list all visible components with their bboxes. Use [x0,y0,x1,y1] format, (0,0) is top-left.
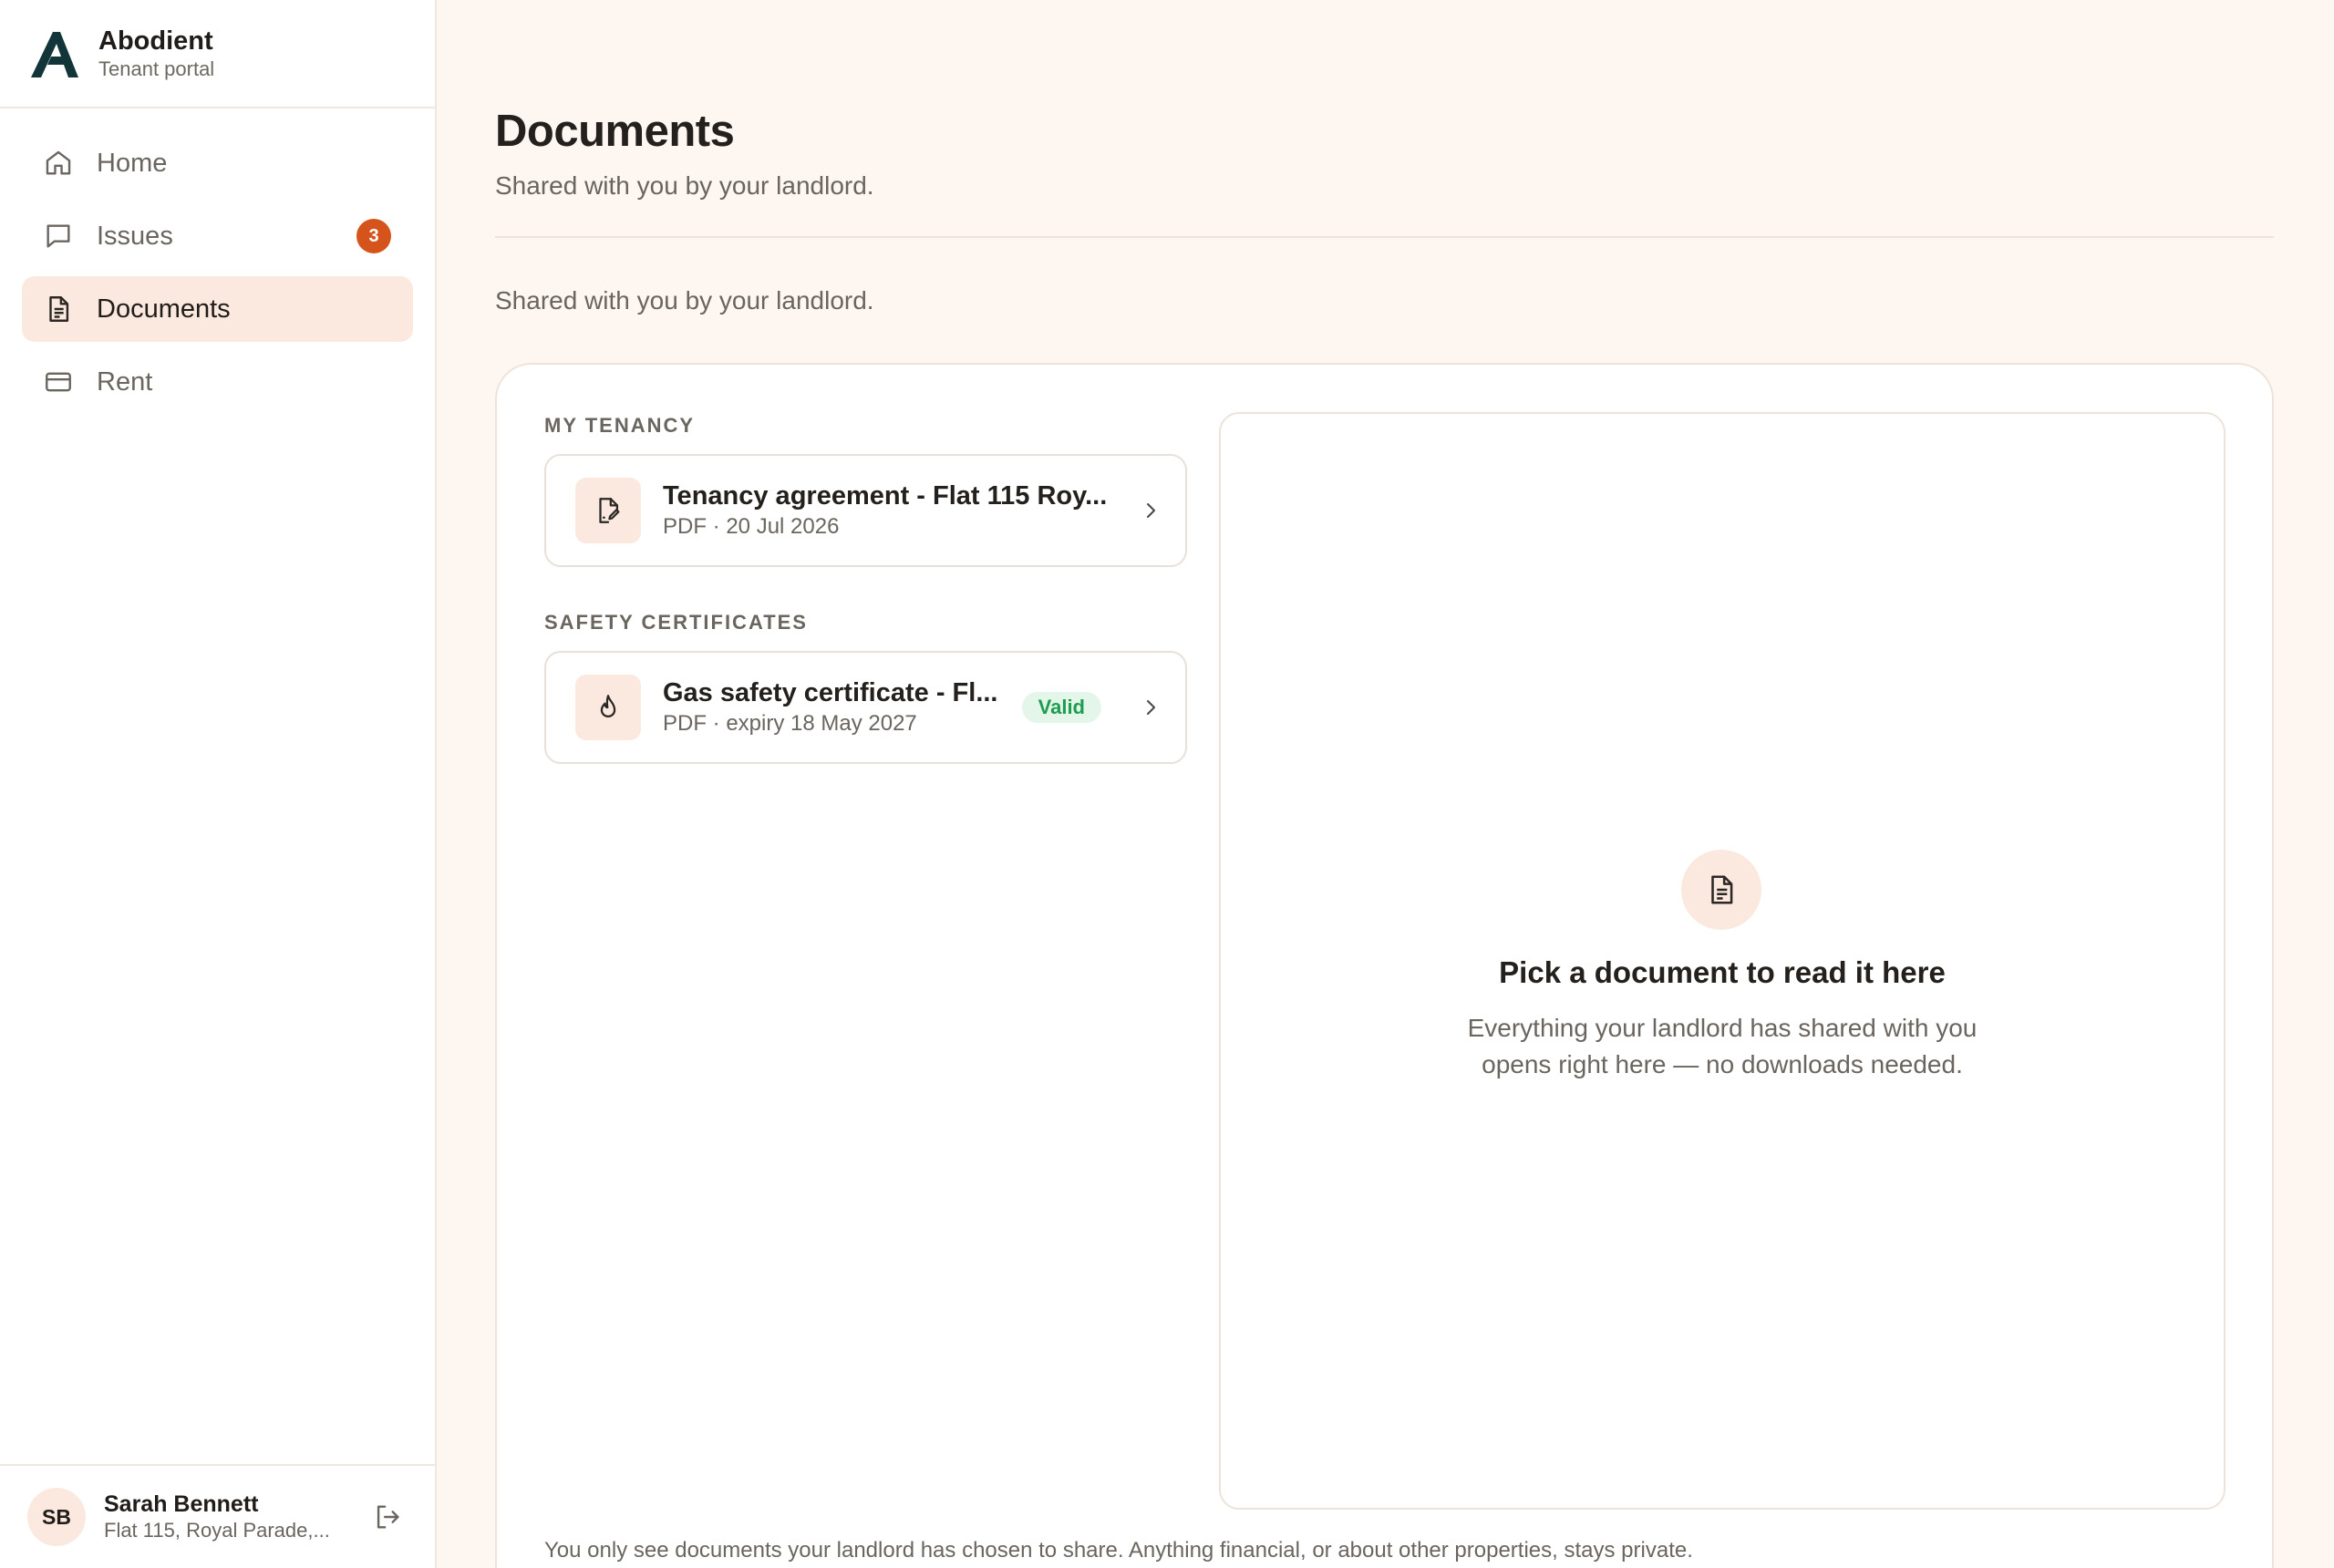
documents-card: MY TENANCY Tenancy agreement - Flat 115 … [495,363,2274,1568]
document-meta: PDF · 20 Jul 2026 [663,514,840,539]
section-label-safety-certificates: SAFETY CERTIFICATES [544,611,808,634]
viewer-empty-title: Pick a document to read it here [1499,955,1946,989]
sidebar-item-label: Documents [97,294,231,324]
sidebar-nav: Home Issues 3 Documents Rent [0,108,435,422]
document-icon [42,293,75,325]
sidebar-item-label: Home [97,148,168,178]
page-title: Documents [495,107,735,156]
document-text: Tenancy agreement - Flat 115 Roy... PDF … [663,480,1125,542]
chevron-right-icon [1138,498,1163,523]
brand-name: Abodient [98,26,213,56]
sidebar-item-label: Rent [97,366,153,397]
sidebar-item-rent[interactable]: Rent [22,349,413,415]
sidebar: Abodient Tenant portal Home Issues 3 Doc… [0,0,437,1568]
document-meta: PDF · expiry 18 May 2027 [663,711,917,736]
avatar[interactable]: SB [27,1488,86,1546]
chat-icon [42,220,75,253]
sidebar-item-home[interactable]: Home [22,130,413,196]
abodient-logo-icon [31,31,78,77]
header-divider [495,236,2274,238]
sidebar-item-documents[interactable]: Documents [22,276,413,342]
flame-icon [575,675,641,740]
logout-icon [377,1505,399,1529]
page-subtitle: Shared with you by your landlord. [495,171,874,200]
document-viewer: Pick a document to read it here Everythi… [1219,412,2226,1510]
home-icon [42,147,75,180]
chevron-right-icon [1138,695,1163,720]
page-description: Shared with you by your landlord. [495,286,874,315]
brand-header[interactable]: Abodient Tenant portal [0,0,435,108]
brand-text: Abodient Tenant portal [98,26,214,82]
logout-button[interactable] [367,1497,408,1537]
document-title: Tenancy agreement - Flat 115 Roy... [663,481,1108,511]
user-profile: SB Sarah Bennett Flat 115, Royal Parade,… [0,1464,435,1568]
status-badge: Valid [1021,692,1101,723]
document-item-tenancy-agreement[interactable]: Tenancy agreement - Flat 115 Roy... PDF … [544,454,1187,567]
viewer-description-line: opens right here — no downloads needed. [1482,1050,1963,1078]
document-icon [1681,850,1761,930]
app-shell: Abodient Tenant portal Home Issues 3 Doc… [0,0,2334,1568]
viewer-description-line: Everything your landlord has shared with… [1467,1014,1978,1042]
privacy-footnote: You only see documents your landlord has… [544,1538,1693,1563]
document-text: Gas safety certificate - Fl... PDF · exp… [663,676,1004,738]
card-icon [42,366,75,398]
section-label-my-tenancy: MY TENANCY [544,414,696,437]
brand-subtitle: Tenant portal [98,57,215,80]
user-name: Sarah Bennett [104,1491,259,1517]
sidebar-item-label: Issues [97,221,173,251]
user-info: Sarah Bennett Flat 115, Royal Parade,... [104,1491,367,1543]
main-content: Documents Shared with you by your landlo… [437,0,2334,1568]
document-title: Gas safety certificate - Fl... [663,678,998,707]
issues-count-badge: 3 [356,219,391,253]
signed-document-icon [575,478,641,543]
viewer-empty-description: Everything your landlord has shared with… [1221,1010,2224,1083]
document-item-gas-safety[interactable]: Gas safety certificate - Fl... PDF · exp… [544,651,1187,764]
sidebar-item-issues[interactable]: Issues 3 [22,203,413,269]
user-address: Flat 115, Royal Parade,... [104,1519,330,1542]
